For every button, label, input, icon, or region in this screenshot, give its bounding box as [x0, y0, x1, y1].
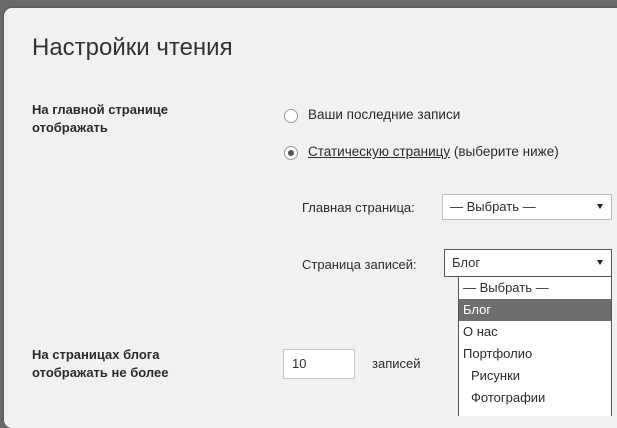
dropdown-option[interactable]: О нас — [459, 321, 611, 343]
chevron-down-icon — [597, 204, 603, 209]
posts-per-page-input[interactable]: 10 — [283, 349, 355, 379]
front-page-label: На главной странице отображать — [32, 101, 168, 137]
posts-page-select[interactable]: Блог — [444, 249, 612, 277]
chevron-down-icon — [597, 260, 603, 265]
posts-per-page-suffix: записей — [372, 356, 421, 371]
posts-page-select-value: Блог — [452, 255, 481, 270]
dropdown-option-selected[interactable]: Блог — [459, 299, 611, 321]
dropdown-option[interactable]: Фотографии — [459, 387, 611, 409]
homepage-label: Главная страница: — [302, 200, 415, 215]
dropdown-option[interactable]: Портфолио — [459, 343, 611, 365]
homepage-select[interactable]: — Выбрать — — [442, 194, 612, 220]
blog-pages-label-line1: На страницах блога — [32, 347, 160, 362]
dropdown-option[interactable]: — Выбрать — — [459, 277, 611, 299]
front-page-label-line2: отображать — [32, 120, 108, 135]
homepage-select-value: — Выбрать — — [450, 199, 536, 214]
static-page-link[interactable]: Статическую страницу — [308, 144, 450, 159]
static-page-radio[interactable] — [284, 146, 298, 160]
static-page-radio-label: Статическую страницу (выберите ниже) — [308, 144, 559, 159]
blog-pages-label: На страницах блога отображать не более — [32, 346, 168, 382]
dropdown-option[interactable]: Рисунки — [459, 365, 611, 387]
posts-page-dropdown: — Выбрать — Блог О нас Портфолио Рисунки… — [458, 276, 612, 416]
latest-posts-radio[interactable] — [284, 109, 298, 123]
static-page-note: (выберите ниже) — [450, 144, 559, 159]
posts-page-label: Страница записей: — [302, 257, 417, 272]
blog-pages-label-line2: отображать не более — [32, 365, 169, 380]
front-page-label-line1: На главной странице — [32, 102, 169, 117]
page-title: Настройки чтения — [32, 34, 233, 61]
latest-posts-radio-label[interactable]: Ваши последние записи — [308, 107, 460, 122]
